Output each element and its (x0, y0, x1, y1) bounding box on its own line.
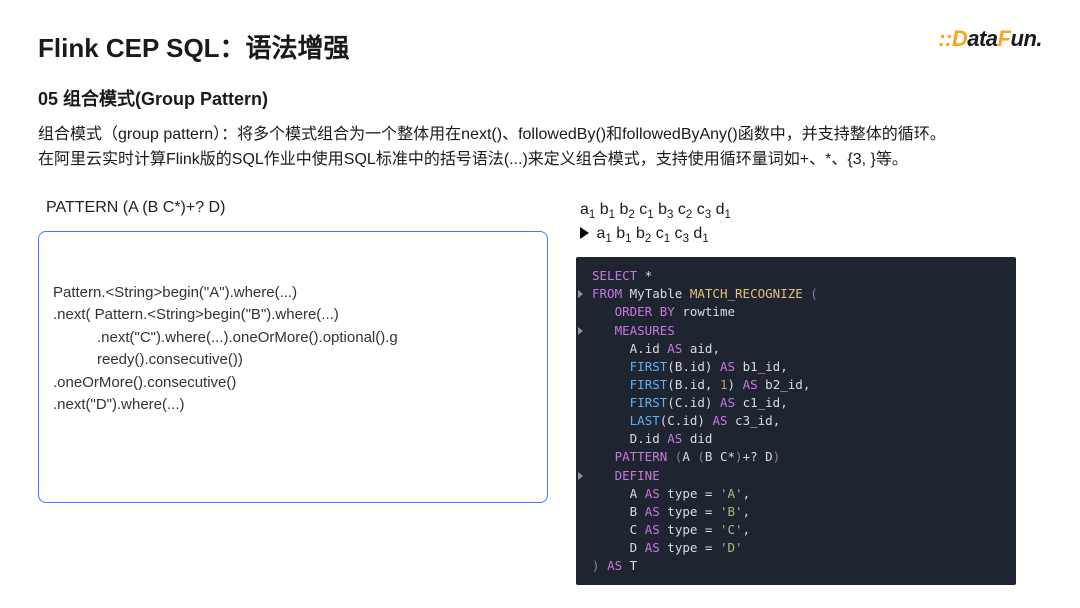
sql-code-line: DEFINE (576, 467, 1004, 485)
sql-code-text: ) AS T (592, 557, 637, 575)
pattern-heading: PATTERN (A (B C*)+? D) (38, 199, 548, 217)
sql-code-line: D.id AS did (576, 430, 1004, 448)
sql-code-text: ORDER BY rowtime (592, 303, 735, 321)
sql-code-line: D AS type = 'D' (576, 539, 1004, 557)
sql-code-text: LAST(C.id) AS c3_id, (592, 412, 780, 430)
sql-code-line: C AS type = 'C', (576, 521, 1004, 539)
java-code-line: Pattern.<String>begin("A").where(...) (53, 282, 533, 305)
section-subtitle: 05 组合模式(Group Pattern) (38, 85, 1042, 111)
java-code-line: .next("C").where(...).oneOrMore().option… (53, 327, 533, 350)
event-sequence: a1 b1 b2 c1 b3 c2 c3 d1 a1 b1 b2 c1 c3 d… (576, 199, 1016, 248)
logo-d: D (952, 26, 967, 51)
fold-triangle-icon (578, 290, 583, 298)
java-code-line: .next("D").where(...) (53, 394, 533, 417)
sql-code-text: MEASURES (592, 322, 675, 340)
datafun-logo: ::DataFun. (938, 26, 1042, 52)
java-code-line: .oneOrMore().consecutive() (53, 372, 533, 395)
java-code-box: Pattern.<String>begin("A").where(...) .n… (38, 231, 548, 503)
right-column: a1 b1 b2 c1 b3 c2 c3 d1 a1 b1 b2 c1 c3 d… (576, 199, 1016, 586)
sequence-input: a1 b1 b2 c1 b3 c2 c3 d1 (580, 199, 1016, 223)
sql-code-text: PATTERN (A (B C*)+? D) (592, 448, 780, 466)
page-title: Flink CEP SQL：语法增强 (38, 28, 1042, 65)
logo-dots: :: (938, 26, 952, 51)
sql-code-line: FIRST(C.id) AS c1_id, (576, 394, 1004, 412)
sql-code-line: A.id AS aid, (576, 340, 1004, 358)
logo-un: un. (1011, 26, 1043, 51)
arrow-right-icon (580, 227, 589, 239)
sql-code-line: FIRST(B.id, 1) AS b2_id, (576, 376, 1004, 394)
sql-code-text: A.id AS aid, (592, 340, 720, 358)
left-column: PATTERN (A (B C*)+? D) Pattern.<String>b… (38, 199, 548, 586)
sql-code-line: MEASURES (576, 322, 1004, 340)
java-code-line: .next( Pattern.<String>begin("B").where(… (53, 304, 533, 327)
sql-code-text: FIRST(C.id) AS c1_id, (592, 394, 788, 412)
sql-code-line: ) AS T (576, 557, 1004, 575)
sql-code-text: A AS type = 'A', (592, 485, 750, 503)
fold-triangle-icon (578, 327, 583, 335)
sql-code-text: SELECT * (592, 267, 652, 285)
sql-code-line: FIRST(B.id) AS b1_id, (576, 358, 1004, 376)
sql-code-line: A AS type = 'A', (576, 485, 1004, 503)
sql-code-text: B AS type = 'B', (592, 503, 750, 521)
sql-code-text: FIRST(B.id) AS b1_id, (592, 358, 788, 376)
fold-triangle-icon (578, 472, 583, 480)
sql-code-line: LAST(C.id) AS c3_id, (576, 412, 1004, 430)
sql-code-box: SELECT *FROM MyTable MATCH_RECOGNIZE ( O… (576, 257, 1016, 585)
sql-code-text: D AS type = 'D' (592, 539, 743, 557)
sql-code-text: D.id AS did (592, 430, 712, 448)
sql-code-line: PATTERN (A (B C*)+? D) (576, 448, 1004, 466)
sql-code-line: FROM MyTable MATCH_RECOGNIZE ( (576, 285, 1004, 303)
sql-code-text: FROM MyTable MATCH_RECOGNIZE ( (592, 285, 818, 303)
sql-code-line: ORDER BY rowtime (576, 303, 1004, 321)
sql-code-text: DEFINE (592, 467, 660, 485)
sql-code-text: FIRST(B.id, 1) AS b2_id, (592, 376, 810, 394)
two-column-layout: PATTERN (A (B C*)+? D) Pattern.<String>b… (38, 199, 1042, 586)
logo-ata: ata (967, 26, 997, 51)
sql-code-line: B AS type = 'B', (576, 503, 1004, 521)
sql-code-line: SELECT * (576, 267, 1004, 285)
description-text: 组合模式（group pattern）：将多个模式组合为一个整体用在next()… (38, 123, 1038, 173)
sql-code-text: C AS type = 'C', (592, 521, 750, 539)
logo-f: F (998, 26, 1011, 51)
java-code-line: reedy().consecutive()) (53, 349, 533, 372)
sequence-output: a1 b1 b2 c1 c3 d1 (580, 223, 1016, 247)
